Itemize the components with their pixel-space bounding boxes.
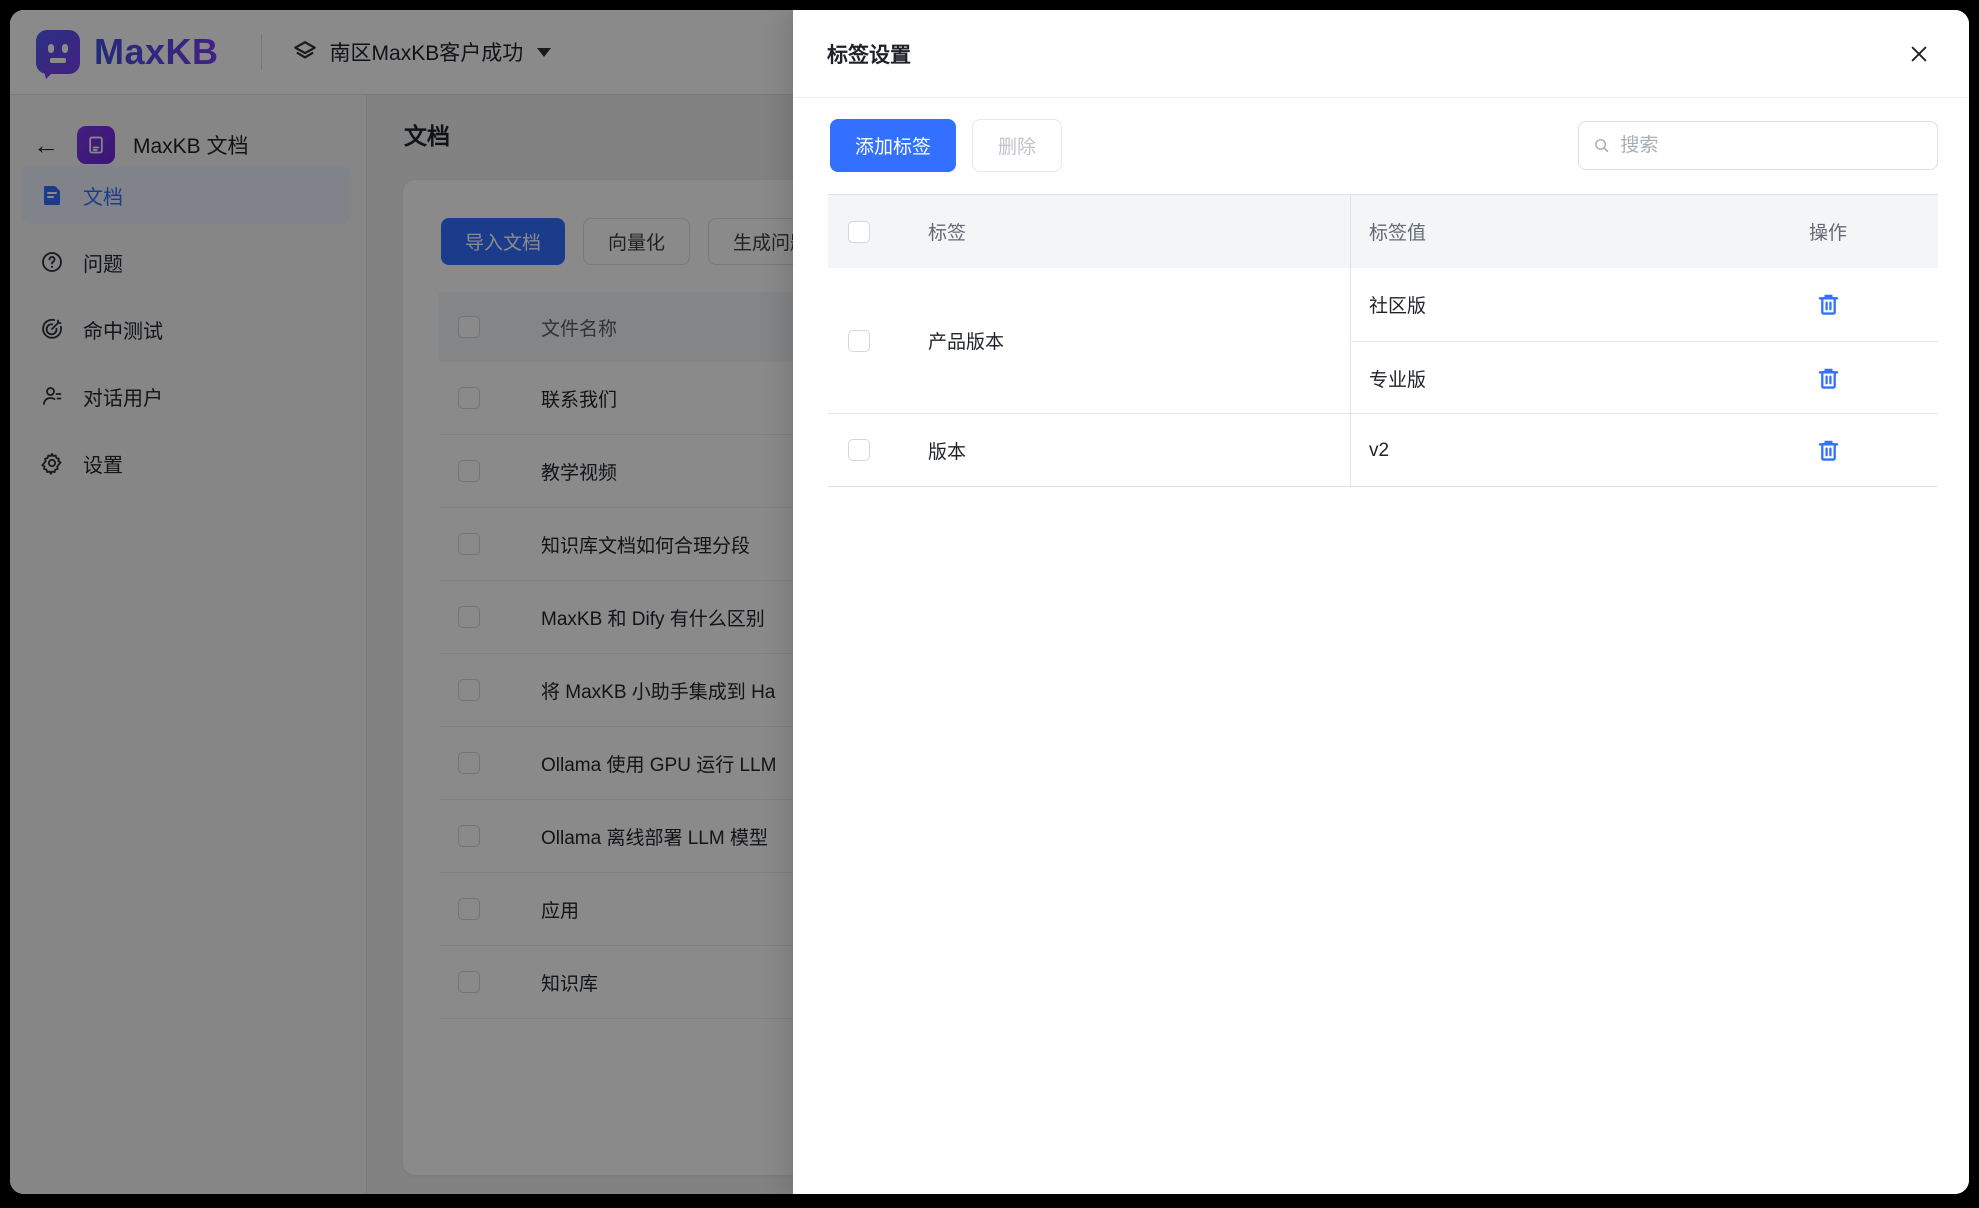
tag-row-checkbox[interactable] — [848, 439, 870, 461]
action-column-header: 操作 — [1809, 218, 1847, 245]
delete-value-button[interactable] — [1815, 438, 1841, 464]
delete-value-button[interactable] — [1815, 365, 1841, 391]
tag-value: 专业版 — [1351, 365, 1773, 392]
drawer-header: 标签设置 — [793, 10, 1969, 98]
drawer-title: 标签设置 — [827, 39, 911, 69]
search-icon — [1593, 136, 1610, 155]
trash-icon — [1818, 439, 1839, 462]
search-input[interactable] — [1620, 135, 1923, 157]
search-box[interactable] — [1578, 121, 1938, 170]
close-button[interactable] — [1905, 40, 1933, 68]
tag-group-row: 产品版本 社区版 — [828, 268, 1938, 414]
tag-value: 社区版 — [1351, 291, 1773, 318]
tag-value-row: v2 — [1351, 414, 1938, 487]
tag-table-header: 标签 标签值 操作 — [828, 194, 1938, 268]
trash-icon — [1818, 367, 1839, 390]
tag-name: 版本 — [928, 437, 966, 464]
tag-settings-drawer: 标签设置 添加标签 删除 — [793, 10, 1969, 1194]
tag-row-checkbox[interactable] — [848, 330, 870, 352]
app-window: MaxKB 南区MaxKB客户成功 ← Ma — [10, 10, 1969, 1194]
value-column-header: 标签值 — [1351, 218, 1773, 245]
screen: MaxKB 南区MaxKB客户成功 ← Ma — [0, 0, 1979, 1208]
tag-name: 产品版本 — [928, 327, 1004, 354]
tag-column-header: 标签 — [928, 218, 966, 245]
drawer-toolbar: 添加标签 删除 — [830, 119, 1938, 172]
close-icon — [1908, 43, 1930, 65]
tag-group-row: 版本 v2 — [828, 414, 1938, 487]
add-tag-button[interactable]: 添加标签 — [830, 119, 956, 172]
tag-value-row: 社区版 — [1351, 268, 1938, 341]
delete-button[interactable]: 删除 — [972, 119, 1062, 172]
tag-value: v2 — [1351, 440, 1773, 462]
tag-value-row: 专业版 — [1351, 341, 1938, 414]
trash-icon — [1818, 293, 1839, 316]
tag-table: 标签 标签值 操作 产品版本 — [828, 194, 1938, 487]
delete-value-button[interactable] — [1815, 292, 1841, 318]
select-all-tags-checkbox[interactable] — [848, 221, 870, 243]
